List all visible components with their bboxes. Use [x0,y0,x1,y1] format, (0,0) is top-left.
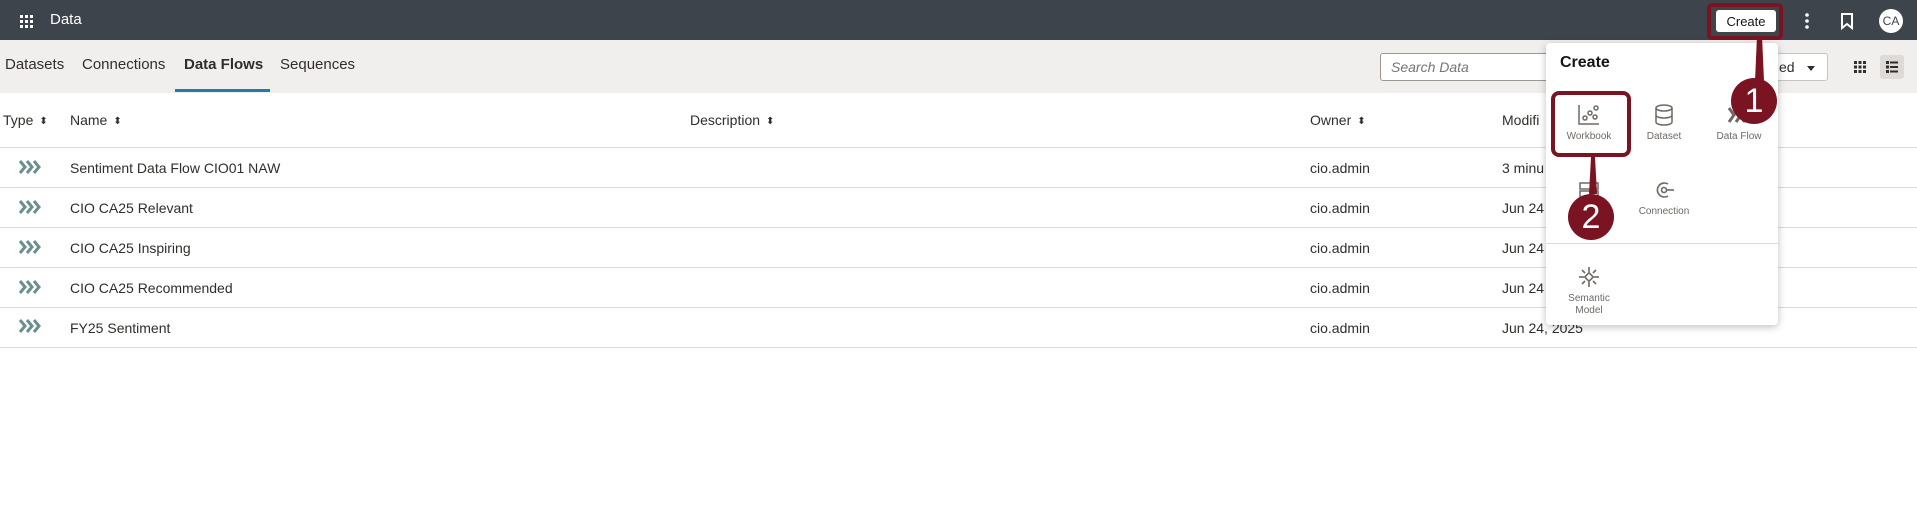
row-modified: Jun 24 [1502,240,1545,256]
sort-icon: ⬍ [113,115,122,127]
column-header-name-label: Name [70,112,108,128]
tab-connections[interactable]: Connections [82,56,165,73]
column-header-type-label: Type [3,112,34,128]
column-header-owner[interactable]: Owner ⬍ [1310,112,1366,128]
column-header-type[interactable]: Type ⬍ [3,112,48,128]
row-modified: Jun 24 [1502,280,1545,296]
row-owner: cio.admin [1310,240,1370,256]
row-name[interactable]: FY25 Sentiment [70,320,170,336]
create-menu-divider [1546,243,1778,244]
data-flow-icon [18,319,41,333]
row-owner: cio.admin [1310,160,1370,176]
column-header-modified-label: Modifi [1502,112,1540,128]
create-semantic-model-item[interactable]: Semantic Model [1554,265,1624,317]
app-title: Data [50,11,82,28]
create-semantic-model-label: Semantic Model [1568,293,1610,316]
list-view-icon[interactable] [1880,55,1904,79]
row-name[interactable]: CIO CA25 Relevant [70,200,193,216]
create-button-highlight [1707,3,1783,40]
step-1-badge: 1 [1731,78,1777,124]
chevron-down-icon [1807,66,1815,71]
column-header-description[interactable]: Description ⬍ [690,112,774,128]
step-2-badge: 2 [1568,194,1614,240]
more-options-icon[interactable] [1796,10,1818,32]
user-avatar[interactable]: CA [1879,9,1903,33]
tab-datasets[interactable]: Datasets [5,56,64,73]
semantic-model-icon [1579,267,1599,287]
tab-data-flows[interactable]: Data Flows [184,56,263,73]
row-modified: 3 minu [1502,160,1545,176]
row-name[interactable]: Sentiment Data Flow CIO01 NAW [70,160,280,176]
data-flow-icon [18,240,41,254]
column-header-owner-label: Owner [1310,112,1352,128]
row-owner: cio.admin [1310,200,1370,216]
active-tab-indicator [175,89,270,92]
column-header-name[interactable]: Name ⬍ [70,112,122,128]
row-name[interactable]: CIO CA25 Recommended [70,280,233,296]
top-bar: Data Create CA [0,0,1917,40]
row-owner: cio.admin [1310,280,1370,296]
row-owner: cio.admin [1310,320,1370,336]
app-menu-icon[interactable] [17,12,35,30]
sort-icon: ⬍ [766,115,775,127]
sort-icon: ⬍ [1357,115,1366,127]
data-flow-icon [18,200,41,214]
column-header-modified[interactable]: Modifi [1502,112,1539,128]
sort-select-value: ed [1779,59,1795,75]
data-flow-icon [18,160,41,174]
row-name[interactable]: CIO CA25 Inspiring [70,240,191,256]
row-modified: Jun 24 [1502,200,1545,216]
tab-sequences[interactable]: Sequences [280,56,355,73]
bookmark-icon[interactable] [1836,10,1858,32]
column-header-description-label: Description [690,112,761,128]
create-connection-label: Connection [1638,206,1690,217]
data-flow-icon [18,280,41,294]
row-divider [0,347,1917,348]
sort-icon: ⬍ [39,115,48,127]
grid-view-icon[interactable] [1848,55,1872,79]
